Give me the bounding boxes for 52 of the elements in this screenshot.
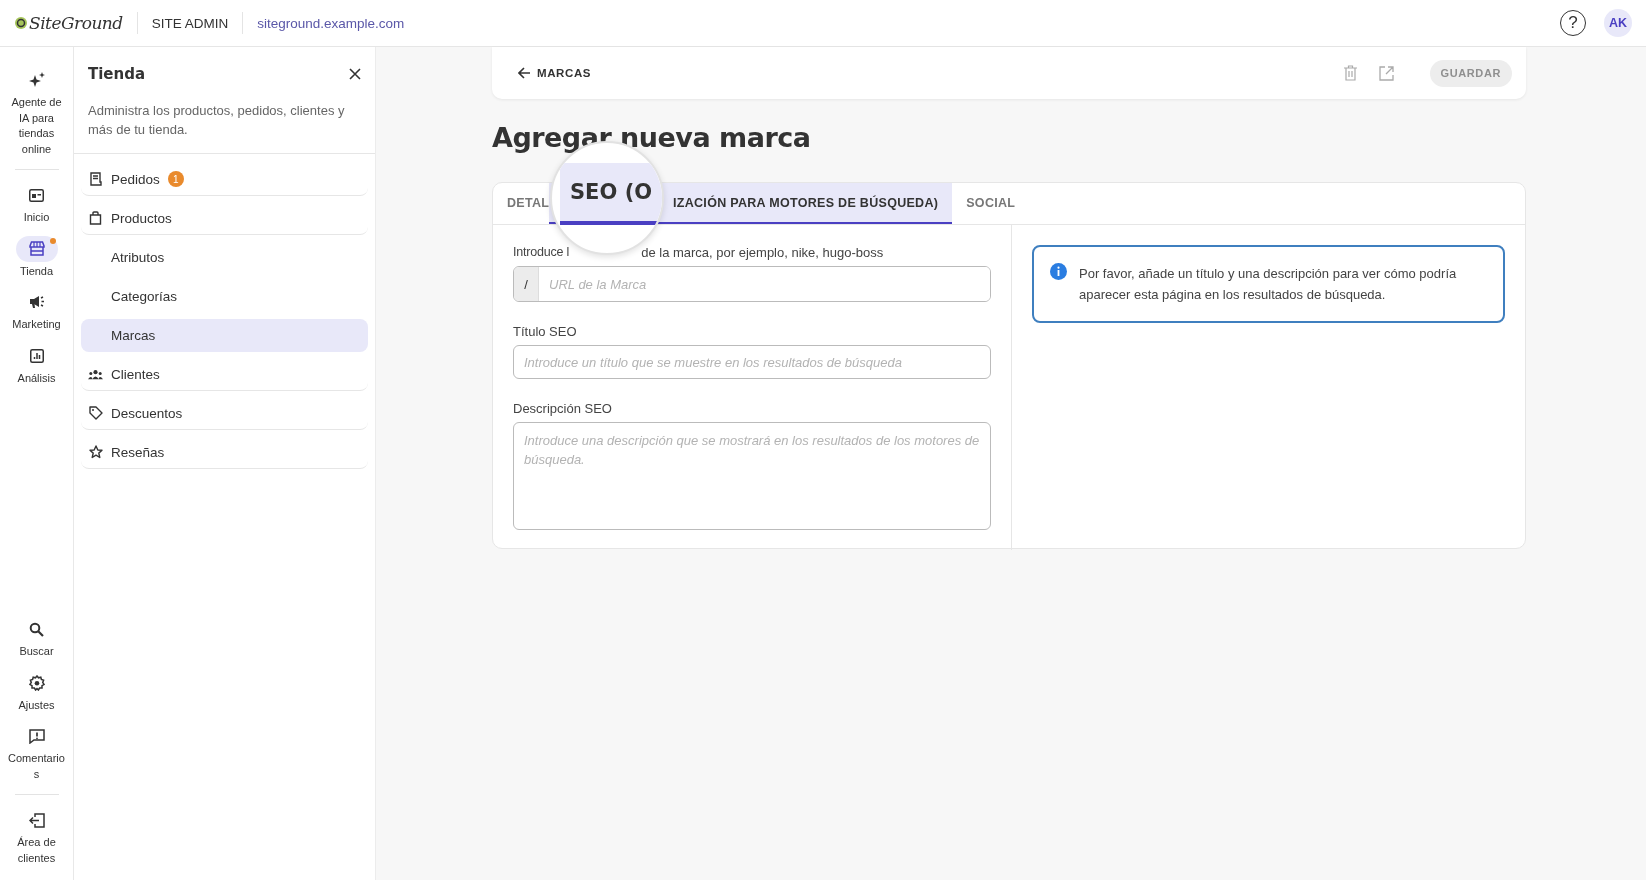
- info-icon: [1050, 263, 1067, 280]
- count-badge: 1: [167, 171, 184, 187]
- logo-text[interactable]: SiteGround: [29, 13, 123, 33]
- url-field[interactable]: / URL de la Marca: [513, 266, 991, 302]
- rail-item[interactable]: Análisis: [5, 342, 68, 386]
- magnified-tab-text: SEO (O: [569, 180, 653, 204]
- rail-item[interactable]: Inicio: [5, 182, 68, 226]
- rail-item[interactable]: Tienda: [5, 235, 68, 279]
- store-icon: [28, 241, 45, 256]
- nav-item[interactable]: Categorías: [81, 280, 368, 313]
- trash-icon[interactable]: [1343, 65, 1357, 81]
- settings-icon: [28, 674, 45, 691]
- nav-item[interactable]: Atributos: [81, 241, 368, 274]
- search-icon: [29, 621, 44, 637]
- info-text: Por favor, añade un título y una descripción para ver cómo podría aparecer esta página en los resultados de búsqueda.: [1079, 265, 1458, 304]
- seo-title-field[interactable]: Introduce un título que se muestre en los resultados de búsqueda: [513, 345, 991, 379]
- tab[interactable]: DETAL: [493, 183, 549, 224]
- tab[interactable]: SOCIAL: [952, 183, 1030, 224]
- nav-item[interactable]: Marcas: [81, 319, 368, 352]
- field-label: Descripción SEO: [513, 401, 613, 416]
- feedback-icon: [28, 728, 45, 744]
- rail-item[interactable]: Marketing: [5, 289, 68, 333]
- rail-item[interactable]: Agente de IA para tiendas online: [5, 67, 68, 157]
- dashboard-icon: [29, 188, 44, 202]
- sign-in-icon: [28, 812, 45, 828]
- site-admin-label: SITE ADMIN: [151, 15, 229, 31]
- domain-link[interactable]: siteground.example.com: [257, 15, 405, 31]
- rail-item[interactable]: Comentarios: [7, 723, 66, 782]
- left-arrow-icon: [518, 67, 531, 79]
- megaphone-icon: [28, 295, 45, 309]
- tag-icon: [88, 406, 103, 420]
- close-icon[interactable]: [349, 68, 361, 80]
- page-title: Agregar nueva marca: [492, 122, 812, 155]
- field-label: Título SEO: [513, 324, 578, 339]
- avatar-button[interactable]: AK: [1604, 9, 1632, 37]
- field-label: de la marca, por ejemplo, nike, hugo-boss: [641, 245, 884, 260]
- panel-title: Tienda: [88, 65, 146, 83]
- back-link[interactable]: MARCAS: [518, 67, 592, 79]
- star-icon: [88, 445, 103, 459]
- receipt-icon: [89, 172, 102, 186]
- panel-description: Administra los productos, pedidos, clientes y más de tu tienda.: [88, 102, 346, 139]
- rail-item[interactable]: Ajustes: [5, 669, 68, 713]
- people-icon: [88, 368, 103, 380]
- chart-icon: [29, 348, 44, 363]
- sparkle-icon: [28, 72, 45, 88]
- rail-item[interactable]: Buscar: [5, 616, 68, 660]
- field-label: Introduce l: [513, 245, 570, 260]
- bag-icon: [89, 211, 102, 225]
- rail-item[interactable]: Área de clientes: [5, 807, 68, 866]
- external-link-icon[interactable]: [1378, 65, 1394, 81]
- logo-icon: [14, 16, 28, 30]
- seo-description-field[interactable]: Introduce una descripción que se mostrará en los resultados de los motores de búsqueda.: [513, 422, 991, 530]
